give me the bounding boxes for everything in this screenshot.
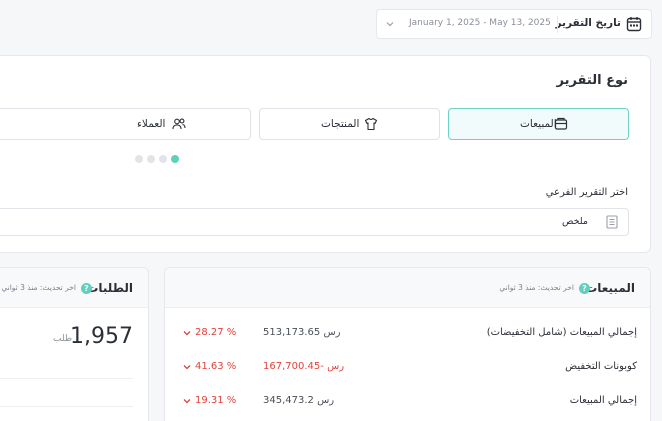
chevron-down-icon xyxy=(183,365,191,370)
sub-report-select[interactable]: ملخص xyxy=(0,208,629,236)
metric-change: 28.27 % xyxy=(195,327,237,338)
document-icon xyxy=(606,215,618,229)
report-option-label: المبيعات xyxy=(520,118,557,130)
chevron-down-icon xyxy=(183,399,191,404)
orders-card-title: الطلبات xyxy=(86,281,133,295)
divider xyxy=(0,406,133,407)
orders-card: الطلبات ? اخر تحديث: منذ 3 ثواني 1,957 ط… xyxy=(0,267,149,421)
orders-unit: طلب xyxy=(53,334,72,344)
divider xyxy=(0,378,133,379)
help-icon[interactable]: ? xyxy=(81,283,92,294)
sales-card: المبيعات ? اخر تحديث: منذ 3 ثواني إجمالي… xyxy=(164,267,651,421)
users-icon xyxy=(172,118,186,130)
sales-row: إجمالي المبيعات رس 345,473.2 19.31 % xyxy=(165,395,650,415)
metric-name: كوبونات التخفيض xyxy=(565,361,637,372)
last-updated-text: اخر تحديث: منذ 3 ثواني xyxy=(1,283,76,292)
report-type-title: نوع التقرير xyxy=(556,73,629,88)
sales-box-icon xyxy=(554,117,568,130)
sales-card-title: المبيعات xyxy=(585,281,635,295)
orders-card-header: الطلبات ? اخر تحديث: منذ 3 ثواني xyxy=(0,268,148,308)
sales-card-header: المبيعات ? اخر تحديث: منذ 3 ثواني xyxy=(165,268,650,308)
last-updated-text: اخر تحديث: منذ 3 ثواني xyxy=(499,283,574,292)
sub-report-value: ملخص xyxy=(561,216,588,227)
orders-count: 1,957 xyxy=(70,324,133,349)
report-option-products[interactable]: المنتجات xyxy=(259,108,440,140)
report-option-sales[interactable]: المبيعات xyxy=(448,108,629,140)
pager-dot[interactable] xyxy=(135,155,143,163)
metric-name: إجمالي المبيعات xyxy=(569,395,637,406)
tshirt-icon xyxy=(364,117,378,131)
date-range-value[interactable]: January 1, 2025 - May 13, 2025 xyxy=(409,18,551,28)
sales-row: إجمالي المبيعات (شامل التخفيضات) رس 513,… xyxy=(165,327,650,347)
calendar-icon xyxy=(626,17,642,32)
sub-report-label: اختر التقرير الفرعي xyxy=(545,187,628,198)
chevron-down-icon xyxy=(183,331,191,336)
metric-change: 41.63 % xyxy=(195,361,237,372)
report-option-label: المنتجات xyxy=(321,118,360,130)
help-icon[interactable]: ? xyxy=(579,283,590,294)
date-range-picker[interactable]: تاريخ التقرير January 1, 2025 - May 13, … xyxy=(376,9,652,39)
metric-value: رس -167,700.45 xyxy=(263,361,345,372)
chevron-down-icon[interactable] xyxy=(385,19,395,29)
report-option-label: العملاء xyxy=(137,118,166,130)
metric-value: رس 345,473.2 xyxy=(263,395,335,406)
sales-row: كوبونات التخفيض رس -167,700.45 41.63 % xyxy=(165,361,650,381)
metric-change: 19.31 % xyxy=(195,395,237,406)
metric-name: إجمالي المبيعات (شامل التخفيضات) xyxy=(486,327,637,338)
pager-dot[interactable] xyxy=(147,155,155,163)
pager-dot[interactable] xyxy=(159,155,167,163)
report-type-card: نوع التقرير المبيعات المنتجات العملاء اخ… xyxy=(0,55,651,253)
report-option-customers[interactable]: العملاء xyxy=(0,108,251,140)
divider xyxy=(557,16,558,33)
metric-value: رس 513,173.65 xyxy=(263,327,341,338)
pager-dot-active[interactable] xyxy=(171,155,179,163)
